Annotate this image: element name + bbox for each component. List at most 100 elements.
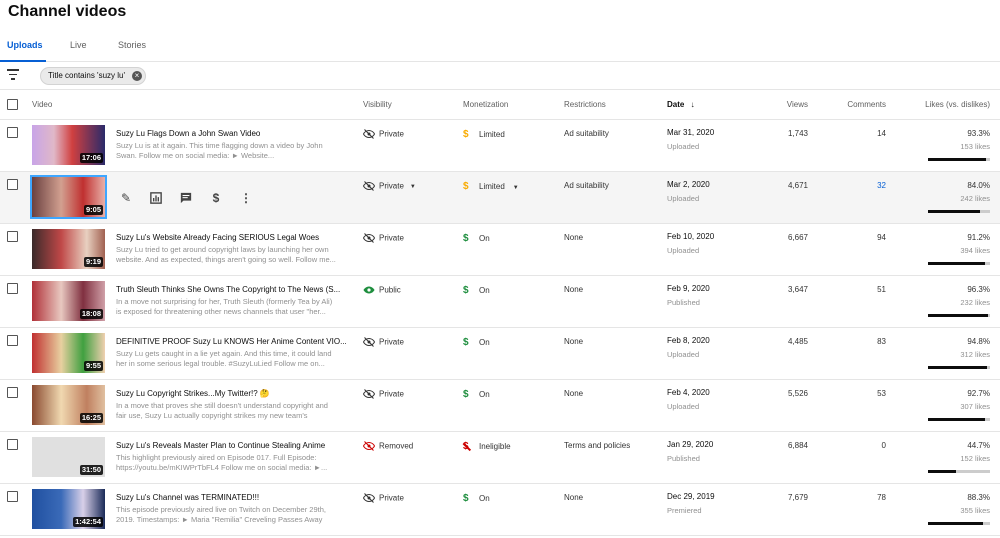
likes-bar [928,366,990,369]
table-row[interactable]: 17:06 Suzy Lu Flags Down a John Swan Vide… [0,120,1000,172]
table-row[interactable]: 1:42:54 Suzy Lu's Channel was TERMINATED!… [0,484,1000,536]
likes-count: 355 likes [960,506,990,515]
visibility-cell[interactable]: Private ▼ [362,181,416,191]
video-title[interactable]: Suzy Lu's Channel was TERMINATED!!! [116,493,346,502]
video-description: Suzy Lu is at it again. This time flaggi… [116,141,323,160]
edit-icon[interactable]: ✎ [118,190,134,206]
date-status: Published [667,454,700,463]
filter-icon[interactable] [6,69,20,81]
table-row[interactable]: 18:08 Truth Sleuth Thinks She Owns The Co… [0,276,1000,328]
video-thumbnail[interactable]: 1:42:54 [32,489,105,529]
monetization-label: Limited [479,182,505,191]
close-circle-icon[interactable]: × [132,71,143,81]
column-header-date[interactable]: Date ↓ [667,100,695,109]
row-checkbox[interactable] [7,491,18,502]
video-thumbnail[interactable]: 17:06 [32,125,105,165]
video-description: This highlight previously aired on Episo… [116,453,328,472]
video-title[interactable]: Suzy Lu's Reveals Master Plan to Continu… [116,441,346,450]
row-checkbox[interactable] [7,335,18,346]
likes-bar [928,210,990,213]
date-cell: Feb 8, 2020 [667,336,710,345]
likes-percent: 93.3% [967,129,990,138]
eye-off-icon [362,129,376,139]
filter-bar: Title contains 'suzy lu' × [0,62,1000,90]
video-thumbnail[interactable]: 9:05 [30,175,107,219]
analytics-icon[interactable] [148,190,164,206]
video-description: In a move that proves she still doesn't … [116,401,328,420]
likes-percent: 92.7% [967,389,990,398]
monetization-icon[interactable]: $ [208,190,224,206]
monetization-label: On [479,234,490,243]
table-row[interactable]: 9:55 DEFINITIVE PROOF Suzy Lu KNOWS Her A… [0,328,1000,380]
video-thumbnail[interactable]: 18:08 [32,281,105,321]
column-header-monetization: Monetization [463,100,509,109]
date-status: Uploaded [667,402,700,411]
tab-uploads[interactable]: Uploads [7,40,43,50]
video-thumbnail[interactable]: 31:50 [32,437,105,477]
video-title[interactable]: Suzy Lu Flags Down a John Swan Video [116,129,346,138]
select-all-checkbox[interactable] [7,99,18,110]
comments-cell: 78 [877,493,886,502]
video-title[interactable]: Truth Sleuth Thinks She Owns The Copyrig… [116,285,346,294]
row-checkbox[interactable] [7,439,18,450]
views-cell: 4,671 [787,181,808,190]
dollar-off-icon: $ [462,441,473,452]
monetization-cell[interactable]: $ Limited ▼ [463,181,519,192]
row-checkbox[interactable] [7,283,18,294]
comments-icon[interactable] [178,190,194,206]
video-title[interactable]: Suzy Lu's Website Already Facing SERIOUS… [116,233,346,242]
video-duration: 9:19 [83,257,103,267]
likes-count: 242 likes [960,194,990,203]
date-cell: Feb 4, 2020 [667,388,710,397]
video-thumbnail[interactable]: 16:25 [32,385,105,425]
comments-cell: 94 [877,233,886,242]
likes-bar [928,262,990,265]
views-cell: 6,884 [787,441,808,450]
video-title[interactable]: DEFINITIVE PROOF Suzy Lu KNOWS Her Anime… [116,337,346,346]
restrictions-cell: Ad suitability [564,129,609,138]
video-thumbnail[interactable]: 9:55 [32,333,105,373]
video-thumbnail[interactable]: 9:19 [32,229,105,269]
likes-bar-fill [928,158,986,161]
likes-percent: 44.7% [967,441,990,450]
likes-percent: 84.0% [967,181,990,190]
eye-off-icon [362,337,376,347]
monetization-label: On [479,494,490,503]
filter-chip[interactable]: Title contains 'suzy lu' × [40,67,147,85]
row-checkbox[interactable] [7,127,18,138]
table-row[interactable]: 9:05 ✎ $ ⋮ Private ▼ $ Limited ▼ Ad suitability Ma… [0,172,1000,224]
row-checkbox[interactable] [7,231,18,242]
visibility-cell: Public [363,285,401,295]
visibility-cell: Private [362,233,404,243]
table-row[interactable]: 31:50 Suzy Lu's Reveals Master Plan to Co… [0,432,1000,484]
comments-cell[interactable]: 32 [877,181,886,190]
visibility-label: Private [379,181,404,191]
tab-bar: Uploads Live Stories [0,30,1000,62]
eye-off-icon [362,389,376,399]
dollar-icon: $ [463,493,469,504]
row-checkbox[interactable] [7,387,18,398]
video-description: This episode previously aired live on Tw… [116,505,326,524]
table-row[interactable]: 16:25 Suzy Lu Copyright Strikes...My Twit… [0,380,1000,432]
views-cell: 3,647 [787,285,808,294]
likes-count: 232 likes [960,298,990,307]
restrictions-cell: Ad suitability [564,181,609,190]
chevron-down-icon[interactable]: ▼ [513,185,519,191]
monetization-label: Ineligible [479,442,511,451]
monetization-cell: $ On [463,285,490,296]
eye-off-icon [362,493,376,503]
video-title[interactable]: Suzy Lu Copyright Strikes...My Twitter!?… [116,389,346,398]
eye-icon [363,285,375,295]
tab-live[interactable]: Live [70,40,87,50]
row-checkbox[interactable] [7,179,18,190]
date-status: Uploaded [667,142,700,151]
date-status: Uploaded [667,350,700,359]
video-duration: 16:25 [79,413,103,423]
likes-count: 307 likes [960,402,990,411]
tab-stories[interactable]: Stories [118,40,146,50]
table-row[interactable]: 9:19 Suzy Lu's Website Already Facing SER… [0,224,1000,276]
more-icon[interactable]: ⋮ [238,190,254,206]
column-header-views: Views [786,100,808,109]
row-actions: ✎ $ ⋮ [118,190,268,206]
chevron-down-icon[interactable]: ▼ [410,184,416,190]
